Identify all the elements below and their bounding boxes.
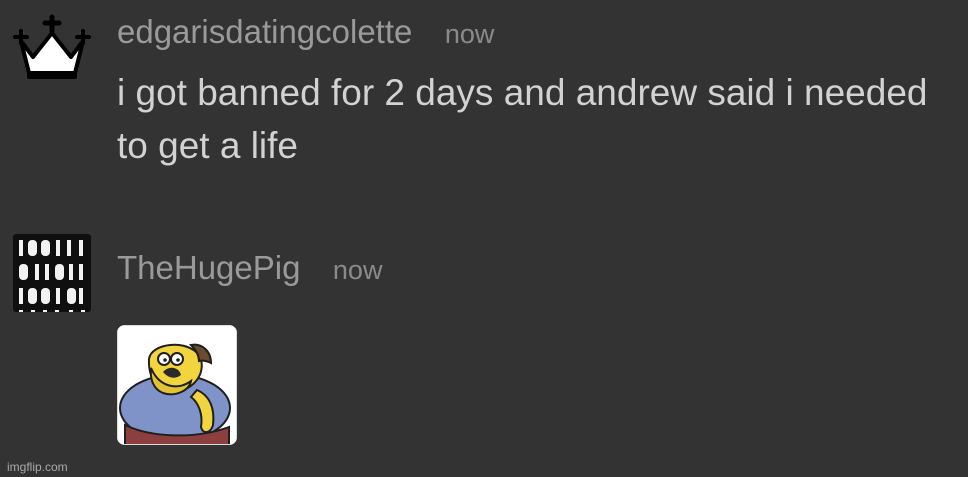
message-text: i got banned for 2 days and andrew said … [117, 72, 928, 166]
timestamp: now [444, 19, 495, 49]
user-avatar[interactable] [13, 234, 91, 312]
username[interactable]: edgarisdatingcolette [117, 12, 412, 52]
watermark: imgflip.com [7, 460, 68, 474]
comic-book-guy-image [117, 325, 237, 445]
username[interactable]: TheHugePig [117, 248, 300, 288]
message-header: TheHugePig now [117, 248, 382, 288]
chat-feed: edgarisdatingcolette now i got banned fo… [0, 0, 968, 477]
image-attachment[interactable] [117, 325, 237, 445]
timestamp: now [332, 255, 383, 285]
crown-icon [13, 14, 91, 79]
binary-code-icon [13, 234, 91, 312]
user-avatar[interactable] [13, 13, 91, 91]
message-header: edgarisdatingcolette now [117, 12, 494, 52]
